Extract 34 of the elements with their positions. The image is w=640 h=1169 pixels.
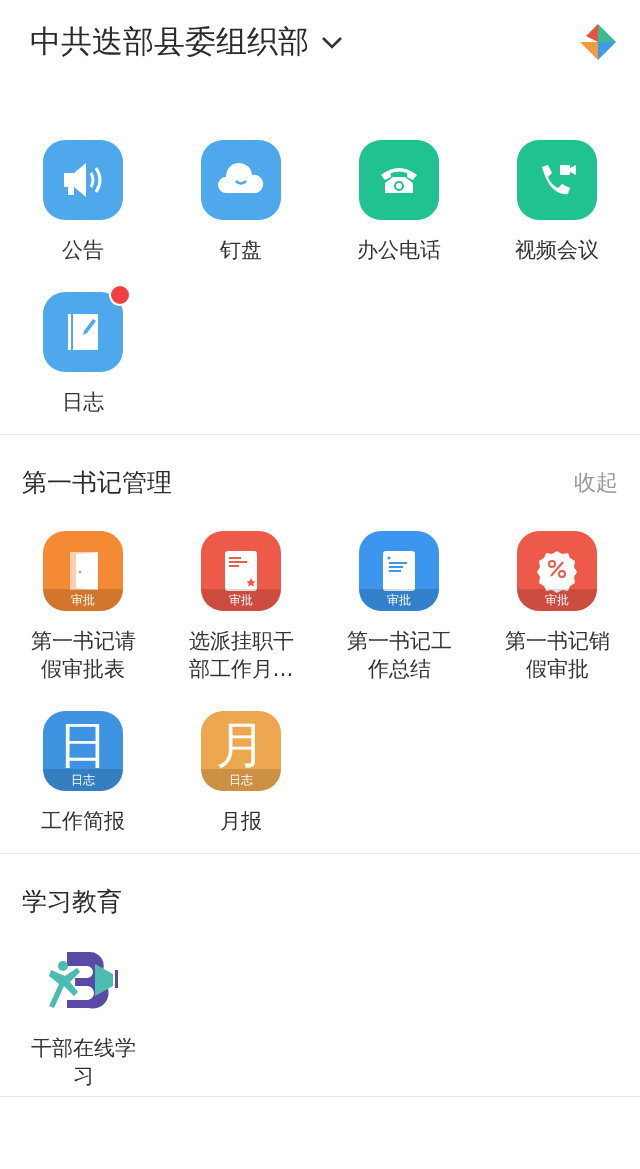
icon-caption: 审批 [201, 589, 281, 611]
icon-caption: 审批 [359, 589, 439, 611]
percent-badge-icon [534, 548, 580, 594]
app-icon[interactable]: 审批 [359, 531, 439, 611]
organization-title[interactable]: 中共迭部县委组织部 [30, 21, 309, 63]
app-label[interactable]: 公告 [27, 236, 139, 264]
icon-caption: 审批 [43, 589, 123, 611]
app-label[interactable]: 选派挂职干部工作月… [185, 627, 297, 683]
app-icon[interactable] [43, 140, 123, 220]
app-icon[interactable]: 日 日志 [43, 711, 123, 791]
app-label[interactable]: 第一书记请假审批表 [27, 627, 139, 683]
icon-caption: 日志 [43, 769, 123, 791]
app-logo-icon[interactable] [578, 22, 618, 62]
icon-caption: 日志 [201, 769, 281, 791]
icon-glyph: 日 [58, 720, 108, 770]
app-label[interactable]: 办公电话 [343, 236, 455, 264]
app-icon[interactable]: 审批 [517, 531, 597, 611]
app-label[interactable]: 第一书记销假审批 [501, 627, 613, 683]
app-label[interactable]: 钉盘 [185, 236, 297, 264]
app-label[interactable]: 干部在线学习 [27, 1034, 139, 1090]
app-icon[interactable] [517, 140, 597, 220]
app-icon[interactable] [43, 292, 123, 372]
icon-glyph: 月 [216, 720, 266, 770]
app-label[interactable]: 日志 [27, 388, 139, 416]
app-label[interactable]: 工作简报 [27, 807, 139, 835]
app-icon[interactable] [359, 140, 439, 220]
app-label[interactable]: 视频会议 [501, 236, 613, 264]
section-title: 学习教育 [22, 887, 122, 917]
section-title: 第一书记管理 [22, 468, 172, 498]
app-icon[interactable]: 审批 [201, 531, 281, 611]
app-icon[interactable] [201, 140, 281, 220]
icon-caption: 审批 [517, 589, 597, 611]
app-label[interactable]: 月报 [185, 807, 297, 835]
app-label[interactable]: 第一书记工作总结 [343, 627, 455, 683]
